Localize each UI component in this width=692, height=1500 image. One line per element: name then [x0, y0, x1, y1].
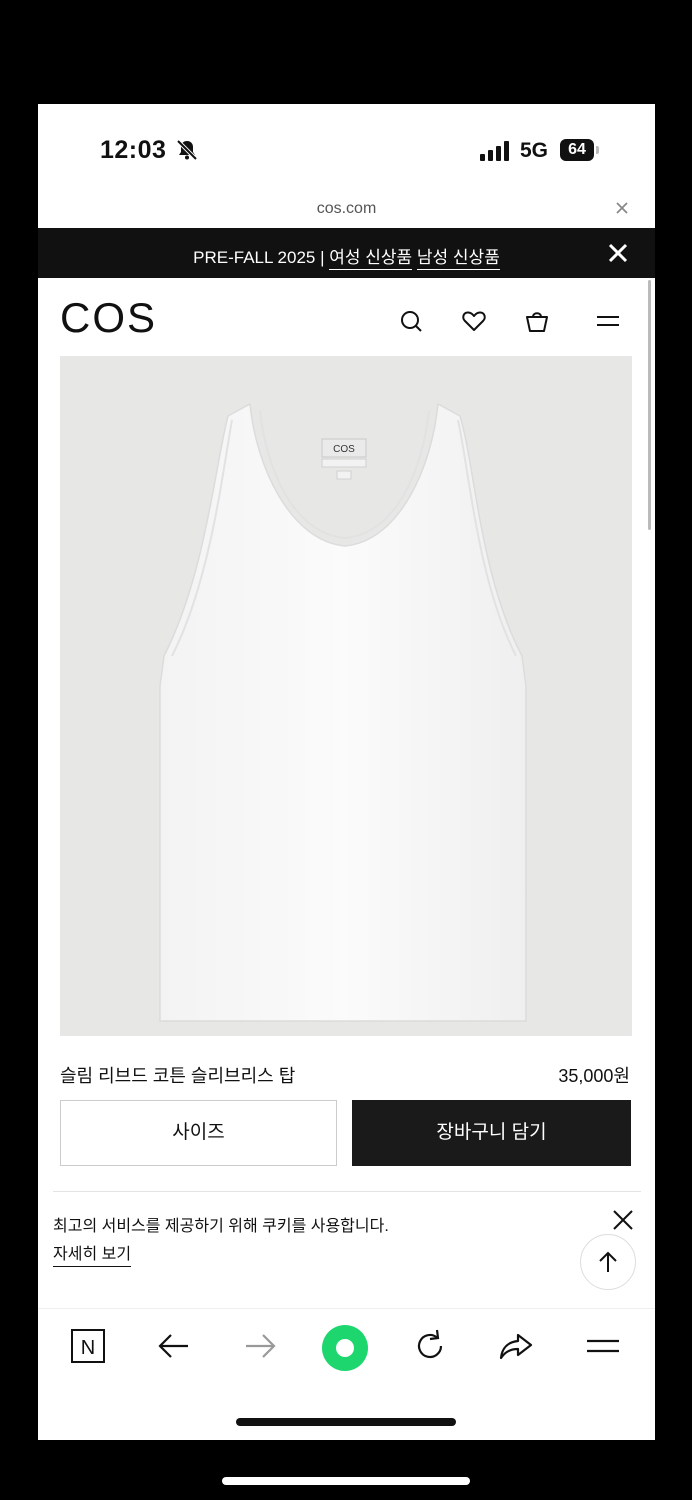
size-button[interactable]: 사이즈 — [60, 1100, 337, 1166]
status-time: 12:03 — [100, 136, 167, 164]
signal-icon — [480, 141, 509, 161]
menu-icon[interactable] — [595, 308, 621, 334]
green-dot-icon[interactable] — [321, 1324, 369, 1372]
home-indicator — [236, 1418, 456, 1426]
network-type: 5G — [520, 139, 549, 162]
forward-icon[interactable] — [242, 1328, 278, 1364]
product-price: 35,000원 — [558, 1066, 630, 1086]
battery-tip — [596, 146, 599, 154]
naver-icon[interactable]: N — [70, 1328, 106, 1364]
promo-banner: PRE-FALL 2025 | 여성 신상품 남성 신상품 — [38, 228, 655, 278]
divider — [53, 1191, 641, 1192]
status-bar: 12:03 5G 64 — [38, 104, 655, 184]
add-to-cart-button[interactable]: 장바구니 담기 — [352, 1100, 631, 1166]
close-icon[interactable] — [611, 1208, 635, 1232]
back-icon[interactable] — [156, 1328, 192, 1364]
cookie-more-link[interactable]: 자세히 보기 — [53, 1240, 132, 1267]
menu-icon[interactable] — [585, 1328, 621, 1364]
battery-indicator: 64 — [560, 139, 594, 161]
phone-screen: 12:03 5G 64 cos.com PRE-FALL 2025 | 여성 신… — [38, 104, 655, 1440]
close-icon[interactable] — [612, 198, 632, 218]
promo-prefix: PRE-FALL 2025 | — [193, 248, 330, 267]
search-icon[interactable] — [398, 308, 424, 334]
promo-link-men[interactable]: 남성 신상품 — [416, 248, 500, 270]
site-logo[interactable]: COS — [60, 294, 157, 342]
promo-link-women[interactable]: 여성 신상품 — [329, 248, 413, 270]
close-icon[interactable] — [606, 241, 630, 265]
product-image[interactable]: COS — [60, 356, 632, 1036]
bag-icon[interactable] — [524, 308, 550, 334]
promo-text: PRE-FALL 2025 | 여성 신상품 남성 신상품 — [38, 243, 655, 270]
scroll-to-top-button[interactable] — [580, 1234, 636, 1290]
heart-icon[interactable] — [461, 308, 487, 334]
arrow-up-icon — [599, 1251, 617, 1272]
garment-label-text: COS — [333, 444, 355, 455]
page-scrollbar[interactable] — [648, 280, 651, 530]
bell-slash-icon — [176, 139, 198, 161]
share-icon[interactable] — [498, 1328, 534, 1364]
address-bar[interactable]: cos.com — [38, 200, 655, 218]
outer-home-indicator — [222, 1477, 470, 1485]
product-name: 슬림 리브드 코튼 슬리브리스 탑 — [60, 1066, 296, 1086]
svg-text:N: N — [81, 1337, 95, 1359]
cookie-message: 최고의 서비스를 제공하기 위해 쿠키를 사용합니다. — [53, 1218, 389, 1235]
reload-icon[interactable] — [412, 1328, 448, 1364]
